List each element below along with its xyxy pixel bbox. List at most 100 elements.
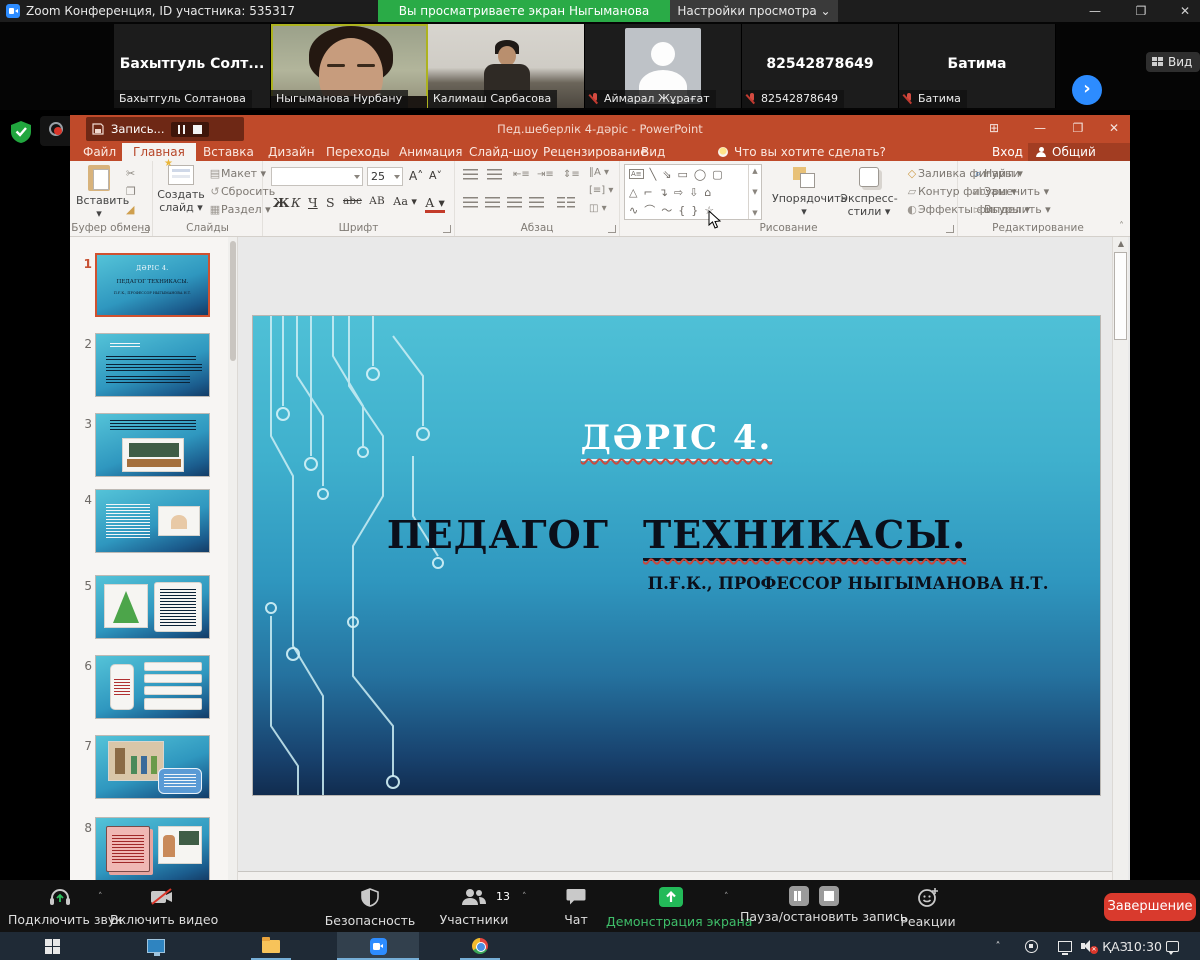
tab-view[interactable]: Вид	[630, 143, 676, 161]
align-right-button[interactable]	[507, 197, 522, 211]
decrease-font-button[interactable]: A˅	[429, 169, 442, 182]
justify-button[interactable]	[529, 197, 544, 211]
select-button[interactable]: ▻Выделить ▾	[972, 203, 1051, 216]
font-name-combobox[interactable]	[271, 167, 363, 186]
participant-tile[interactable]: Аймарал Жұрағат	[585, 24, 742, 108]
change-case-button[interactable]: Аа ▾	[393, 195, 417, 208]
arrange-button[interactable]: Упорядочить ▾	[772, 165, 836, 218]
slide-thumbnail-5[interactable]	[95, 575, 210, 639]
align-center-button[interactable]	[485, 197, 500, 211]
ribbon-display-options-icon[interactable]: ⊞	[984, 121, 1004, 135]
participant-tile-active-speaker[interactable]: Ныгыманова Нурбану	[271, 24, 428, 108]
increase-indent-button[interactable]: ⇥≡	[537, 169, 554, 180]
font-size-combobox[interactable]: 25	[367, 167, 403, 186]
view-settings-dropdown[interactable]: Настройки просмотра ⌄	[670, 0, 838, 22]
shapes-gallery[interactable]: A≡╲⇘▭◯▢ △⌐↴⇨⇩⌂ ∿⌒～{}☆ ▲▼▼	[624, 164, 762, 220]
align-text-button[interactable]: [≡] ▾	[589, 185, 613, 196]
security-button[interactable]: Безопасность	[318, 888, 422, 928]
share-screen-button[interactable]: Демонстрация экрана	[606, 886, 736, 929]
character-spacing-button[interactable]: АВ	[369, 195, 385, 207]
underline-button[interactable]: Ч	[308, 195, 318, 210]
slide-thumbnail-7[interactable]	[95, 735, 210, 799]
tab-home[interactable]: Главная	[122, 143, 196, 161]
smartart-convert-button[interactable]: ◫ ▾	[589, 203, 607, 214]
slide-thumbnail-4[interactable]	[95, 489, 210, 553]
increase-font-button[interactable]: A˄	[409, 169, 423, 183]
tray-volume-muted-icon[interactable]: ✕	[1078, 932, 1098, 960]
slide-thumbnail-3[interactable]	[95, 413, 210, 477]
text-shadow-button[interactable]: S	[326, 195, 335, 210]
drawing-dialog-launcher[interactable]	[946, 225, 954, 233]
numbering-button[interactable]	[487, 169, 502, 183]
slide-thumbnail-1-selected[interactable]: ДӘРІС 4. ПЕДАГОГ ТЕХНИКАСЫ. П.Ғ.К., ПРОФ…	[95, 253, 210, 317]
slide-thumbnail-8[interactable]	[95, 817, 210, 881]
window-maximize-button[interactable]: ❐	[1132, 2, 1150, 20]
scroll-up-arrow[interactable]: ▲	[1113, 237, 1129, 251]
taskbar-zoom-app-active[interactable]	[337, 932, 419, 960]
start-button[interactable]	[30, 932, 74, 960]
tray-network-icon[interactable]	[1055, 932, 1075, 960]
slide-thumbnail-6[interactable]	[95, 655, 210, 719]
participant-tile[interactable]: Бахытгуль Солт... Бахытгуль Солтанова	[114, 24, 271, 108]
start-video-button[interactable]: Включить видео	[110, 888, 214, 927]
sign-in-link[interactable]: Вход	[992, 143, 1023, 161]
clipboard-dialog-launcher[interactable]	[141, 225, 149, 233]
stop-recording-button[interactable]	[819, 886, 839, 906]
ppt-close-button[interactable]: ✕	[1104, 121, 1124, 135]
replace-button[interactable]: abЗаменить ▾	[972, 185, 1049, 198]
format-painter-button[interactable]: ◢	[126, 203, 134, 216]
tab-file[interactable]: Файл	[72, 143, 127, 161]
bold-button[interactable]: Ж	[273, 195, 289, 210]
window-minimize-button[interactable]: —	[1086, 2, 1104, 20]
taskbar-file-explorer[interactable]	[249, 932, 293, 960]
align-left-button[interactable]	[463, 197, 478, 211]
tray-sync-icon[interactable]	[1022, 932, 1040, 960]
audio-options-chevron[interactable]: ˄	[98, 892, 103, 902]
ppt-maximize-button[interactable]: ❐	[1068, 121, 1088, 135]
join-audio-button[interactable]: Подключить звук	[8, 888, 112, 927]
columns-button[interactable]	[557, 197, 575, 211]
ppt-minimize-button[interactable]: —	[1030, 121, 1050, 135]
layout-button[interactable]: ▤Макет ▾	[209, 167, 266, 180]
view-layout-button[interactable]: Вид	[1146, 52, 1200, 72]
copy-button[interactable]: ❐	[126, 185, 136, 198]
thumbnail-scrollbar[interactable]	[228, 237, 238, 880]
tray-clock[interactable]: 10:30	[1124, 932, 1164, 960]
window-close-button[interactable]: ✕	[1176, 2, 1194, 20]
collapse-ribbon-button[interactable]: ˄	[1119, 221, 1124, 232]
reactions-button[interactable]: Реакции	[890, 887, 966, 929]
end-meeting-button[interactable]: Завершение	[1104, 893, 1196, 921]
line-spacing-button[interactable]: ⇕≡	[563, 169, 580, 180]
cut-button[interactable]: ✂	[126, 167, 135, 180]
new-slide-button[interactable]: Создать слайд ▾	[157, 165, 205, 214]
bullets-button[interactable]	[463, 169, 478, 183]
next-participants-page-button[interactable]: ›	[1072, 75, 1102, 105]
font-color-button[interactable]: А ▾	[425, 195, 445, 213]
tray-action-center-icon[interactable]	[1160, 932, 1184, 960]
strikethrough-button[interactable]: abc	[343, 195, 362, 207]
italic-button[interactable]: К	[291, 195, 301, 210]
paste-button[interactable]: Вставить▾	[76, 165, 122, 220]
participant-tile[interactable]: 82542878649 82542878649	[742, 24, 899, 108]
paragraph-dialog-launcher[interactable]	[608, 225, 616, 233]
shapes-gallery-scrollbar[interactable]: ▲▼▼	[748, 165, 761, 219]
text-direction-button[interactable]: ∥A ▾	[589, 167, 609, 178]
font-dialog-launcher[interactable]	[443, 225, 451, 233]
tray-hidden-icons-chevron[interactable]: ˄	[988, 932, 1008, 960]
editor-vertical-scrollbar[interactable]: ▲	[1112, 237, 1128, 880]
decrease-indent-button[interactable]: ⇤≡	[513, 169, 530, 180]
taskbar-this-pc[interactable]	[134, 932, 178, 960]
tell-me-search[interactable]: Что вы хотите сделать?	[718, 143, 886, 161]
scrollbar-thumb[interactable]	[1114, 252, 1127, 340]
section-button[interactable]: ▦Раздел ▾	[209, 203, 271, 216]
share-button[interactable]: Общий доступ	[1028, 143, 1130, 161]
share-options-chevron[interactable]: ˄	[724, 892, 729, 902]
participant-tile[interactable]: Калимаш Сарбасова	[428, 24, 585, 108]
participant-tile[interactable]: Батима Батима	[899, 24, 1056, 108]
taskbar-chrome[interactable]	[458, 932, 502, 960]
chat-button[interactable]: Чат	[540, 888, 612, 927]
slide-thumbnail-2[interactable]	[95, 333, 210, 397]
pause-recording-button[interactable]	[789, 886, 809, 906]
participants-options-chevron[interactable]: ˄	[522, 892, 527, 902]
quick-styles-button[interactable]: Экспресс- стили ▾	[838, 165, 900, 218]
